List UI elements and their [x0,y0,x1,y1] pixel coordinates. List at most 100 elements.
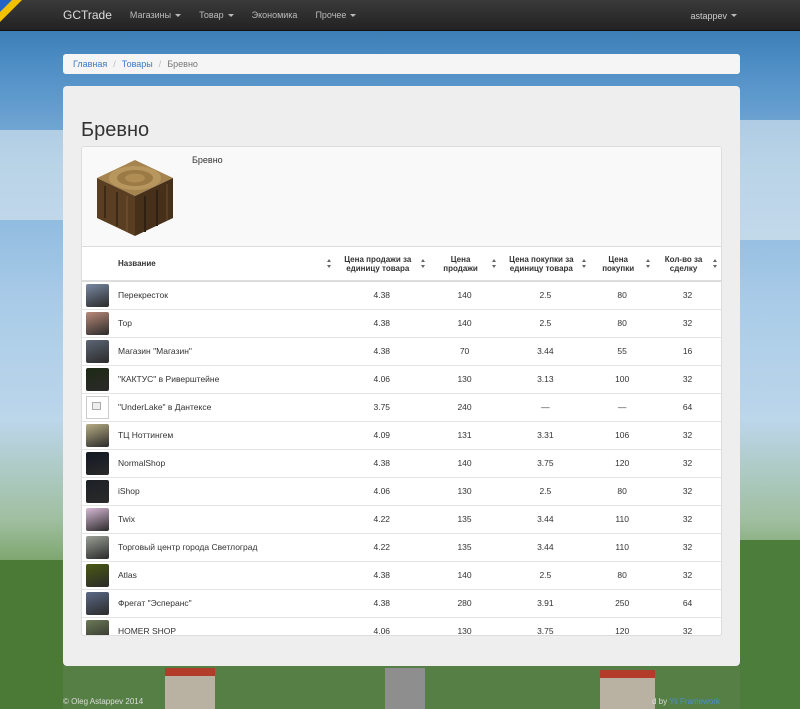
unit-buy-price: 3.75 [500,616,591,635]
shop-name-link[interactable]: Перекресток [113,280,335,309]
unit-buy-price: — [500,392,591,421]
unit-buy-price: 2.5 [500,560,591,589]
shop-thumb-cell [82,392,114,421]
table-row[interactable]: "UnderLake" в Дантексе 3.75 240— —64 [82,392,721,421]
broken-image-icon [86,395,109,419]
header-qty[interactable]: Кол-во за сделку [654,247,721,282]
sell-price: 70 [428,336,501,365]
deal-quantity: 32 [654,532,721,561]
building-thumb [86,535,109,559]
cactus-thumb [86,367,109,391]
bricks-thumb [86,311,109,335]
shop-name-link[interactable]: iShop [113,476,335,505]
unit-buy-price: 3.13 [500,364,591,393]
table-row[interactable]: Магазин "Магазин" 4.38 70 3.44 55 16 [82,336,721,365]
header-unit-buy[interactable]: Цена покупки за единицу товара [500,247,591,282]
chevron-down-icon [227,13,234,17]
footer-powered: d by Yii Framework [652,697,720,706]
header-buy[interactable]: Цена покупки [590,247,655,282]
unit-buy-price: 3.31 [500,420,591,449]
footer-copyright: © Oleg Astappev 2014 [63,697,144,706]
table-row[interactable]: Тор 4.38 140 2.5 80 32 [82,308,721,337]
oak-log-block-icon [97,160,173,236]
footer-framework-link[interactable]: Yii Framework [669,697,720,706]
deal-quantity: 32 [654,448,721,477]
shop-name-link[interactable]: Тор [113,308,335,337]
page-title: Бревно [81,119,150,141]
unit-sell-price: 4.06 [334,476,429,505]
sort-icon [326,259,332,268]
shop-thumb-cell [82,504,114,533]
header-label: Цена покупки [602,254,635,273]
header-name[interactable]: Название [113,247,335,282]
tree-thumb [86,423,109,447]
chevron-down-icon [350,13,357,17]
shop-name-link[interactable]: Atlas [113,560,335,589]
table-header-row: Название Цена продажи за единицу товара … [82,247,721,282]
buy-price: 55 [590,336,655,365]
header-unit-sell[interactable]: Цена продажи за единицу товара [334,247,429,282]
unit-buy-price: 3.91 [500,588,591,617]
nav-item-shops[interactable]: Магазины [130,10,182,20]
header-sell[interactable]: Цена продажи [428,247,501,282]
nav-item-economy[interactable]: Экономика [252,10,298,20]
header-label: Цена продажи за единицу товара [344,254,412,273]
buy-price: — [590,392,655,421]
table-row[interactable]: Atlas 4.38 140 2.5 80 32 [82,560,721,589]
shop-name-link[interactable]: NormalShop [113,448,335,477]
sort-icon [646,259,651,268]
table-row[interactable]: Торговый центр города Светлоград 4.22 135 3… [82,532,721,561]
sell-price: 140 [428,280,501,309]
table-row[interactable]: ТЦ Ноттингем 4.09 131 3.31 106 32 [82,420,721,449]
table-row[interactable]: HOMER SHOP 4.06 130 3.75 120 32 [82,616,721,635]
shop-thumb-cell [82,560,114,589]
buy-price: 250 [590,588,655,617]
sort-icon [420,259,426,268]
flag-ribbon-blue [0,0,12,12]
buy-price: 110 [590,504,655,533]
shop-name-link[interactable]: "КАКТУС" в Риверштейне [113,364,335,393]
table-row[interactable]: "КАКТУС" в Риверштейне 4.06 130 3.13 100 32 [82,364,721,393]
header-label: Цена продажи [443,254,478,273]
shop-name-link[interactable]: Торговый центр города Светлоград [113,532,335,561]
shop-thumb-cell [82,308,114,337]
table-body: Перекресток 4.38 140 2.5 80 32 Тор 4.38 140 2.5 80… [82,280,721,635]
buy-price: 106 [590,420,655,449]
table-row[interactable]: Фрегат "Эсперанс" 4.38 280 3.91 250 64 [82,588,721,617]
shop-name-link[interactable]: Twix [113,504,335,533]
table-row[interactable]: iShop 4.06 130 2.5 80 32 [82,476,721,505]
deal-quantity: 32 [654,560,721,589]
striped-thumb [86,507,109,531]
nav-item-other[interactable]: Прочее [315,10,357,20]
shop-thumb-cell [82,588,114,617]
deal-quantity: 64 [654,588,721,617]
breadcrumb-goods-link[interactable]: Товары [122,59,153,69]
shop-name-link[interactable]: ТЦ Ноттингем [113,420,335,449]
nav-item-goods[interactable]: Товар [199,10,234,20]
breadcrumb-current: Бревно [167,59,198,69]
buy-price: 110 [590,532,655,561]
buy-price: 80 [590,476,655,505]
shop-name-link[interactable]: "UnderLake" в Дантексе [113,392,335,421]
nav-item-label: Прочее [315,10,347,20]
shop-thumb-cell [82,476,114,505]
table-row[interactable]: NormalShop 4.38 140 3.75 120 32 [82,448,721,477]
shop-name-link[interactable]: Фрегат "Эсперанс" [113,588,335,617]
user-menu[interactable]: astappev [690,0,737,31]
shop-name-link[interactable]: Магазин "Магазин" [113,336,335,365]
buy-price: 100 [590,364,655,393]
deal-quantity: 16 [654,336,721,365]
deal-quantity: 32 [654,364,721,393]
sell-price: 135 [428,504,501,533]
table-row[interactable]: Twix 4.22 135 3.44 110 32 [82,504,721,533]
unit-buy-price: 3.75 [500,448,591,477]
brand-logo[interactable]: GCTrade [63,8,112,22]
product-card: Бревно Название Цена продажи за единицу … [81,146,722,636]
table-row[interactable]: Перекресток 4.38 140 2.5 80 32 [82,280,721,309]
ship-thumb [86,591,109,615]
unit-sell-price: 4.38 [334,308,429,337]
buy-price: 120 [590,616,655,635]
chevron-down-icon [175,13,182,17]
shop-name-link[interactable]: HOMER SHOP [113,616,335,635]
breadcrumb-home-link[interactable]: Главная [73,59,107,69]
